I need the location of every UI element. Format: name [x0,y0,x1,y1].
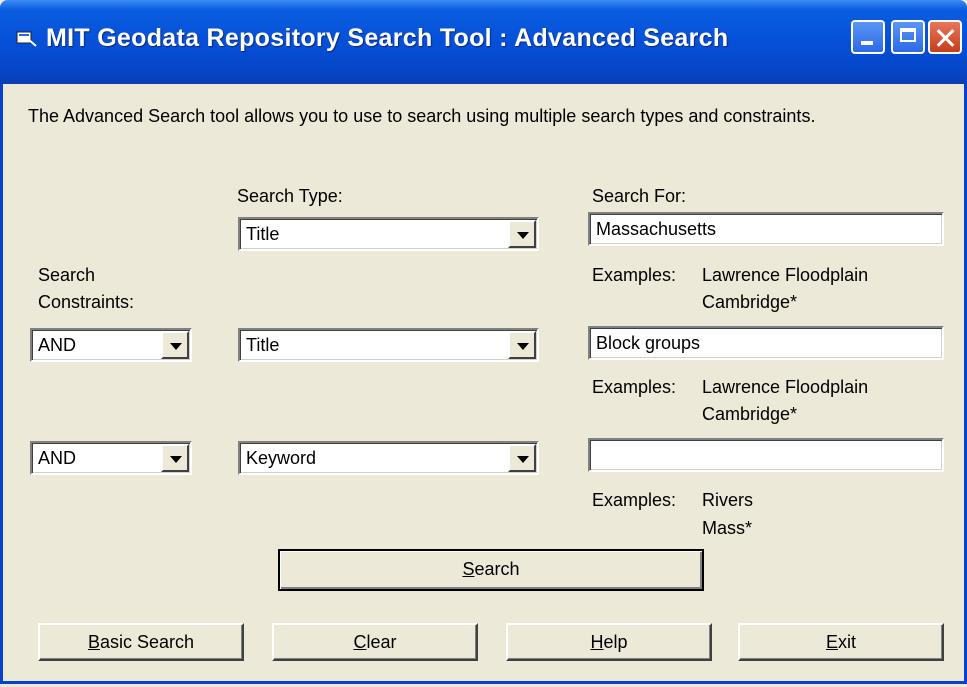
clear-button[interactable]: Clear [272,623,478,661]
constraint-value-2: AND [38,335,77,355]
search-type-value-3: Keyword [246,448,317,468]
chevron-down-icon[interactable] [508,331,536,359]
search-for-value-2: Block groups [596,333,701,353]
search-constraints-label-line2: Constraints: [38,292,135,312]
basic-search-accel: B [87,632,100,652]
examples-label-3: Examples: [592,490,677,510]
clear-label: lear [366,632,397,652]
maximize-button[interactable] [891,20,925,54]
constraint-value-3: AND [38,448,77,468]
examples-label-2: Examples: [592,377,677,397]
exit-button[interactable]: Exit [738,623,944,661]
search-type-value-1: Title [246,224,280,244]
examples-label-1: Examples: [592,265,677,285]
basic-search-label: asic Search [99,632,195,652]
search-type-select-2[interactable]: Title [238,328,539,362]
search-button-accel: S [462,559,475,579]
example-3b: Mass* [702,518,753,538]
help-button[interactable]: Help [506,623,712,661]
example-1b: Cambridge* [702,292,798,312]
intro-text: The Advanced Search tool allows you to u… [28,106,816,126]
constraint-select-2[interactable]: AND [30,328,192,362]
search-for-value-1: Massachusetts [596,219,717,239]
search-type-select-1[interactable]: Title [238,217,539,251]
search-for-label: Search For: [592,186,687,206]
exit-accel: E [825,632,838,652]
search-type-label: Search Type: [237,186,343,206]
chevron-down-icon[interactable] [508,220,536,248]
example-3a: Rivers [702,490,754,510]
search-button-label: earch [474,559,520,579]
chevron-down-icon[interactable] [508,444,536,472]
chevron-down-icon[interactable] [161,331,189,359]
title-bar[interactable]: MIT Geodata Repository Search Tool : Adv… [0,0,967,84]
minimize-button[interactable] [851,20,885,54]
app-icon [16,31,37,47]
search-type-value-2: Title [246,335,280,355]
search-for-input-3[interactable] [588,438,944,472]
constraint-select-3[interactable]: AND [30,441,192,475]
search-for-input-2[interactable]: Block groups [588,326,944,360]
help-label: elp [603,632,628,652]
exit-label: xit [838,632,856,652]
help-accel: H [590,632,604,652]
example-2b: Cambridge* [702,404,798,424]
search-button[interactable]: Search [278,549,704,591]
window-title: MIT Geodata Repository Search Tool : Adv… [46,24,729,52]
close-button[interactable] [928,20,962,54]
search-type-select-3[interactable]: Keyword [238,441,539,475]
chevron-down-icon[interactable] [161,444,189,472]
search-constraints-label-line1: Search [38,265,96,285]
clear-accel: C [353,632,367,652]
example-1a: Lawrence Floodplain [702,265,869,285]
basic-search-button[interactable]: Basic Search [38,623,244,661]
search-for-input-1[interactable]: Massachusetts [588,212,944,246]
example-2a: Lawrence Floodplain [702,377,869,397]
